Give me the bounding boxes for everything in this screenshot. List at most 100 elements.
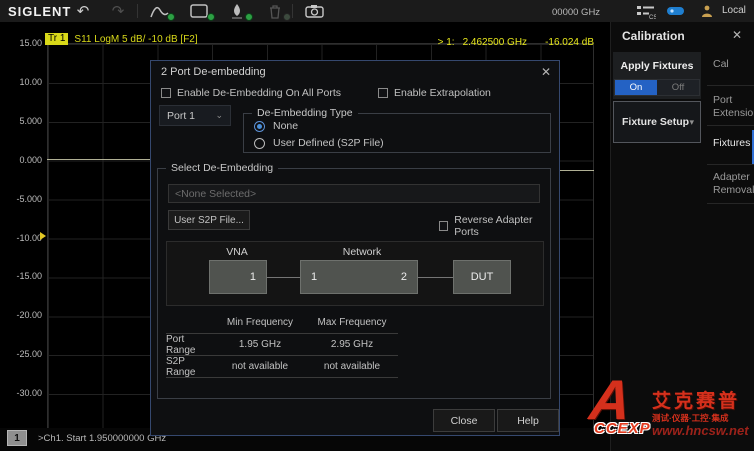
group-legend: De-Embedding Type [252, 107, 358, 119]
checkbox-box[interactable] [161, 88, 171, 98]
tab-fixtures[interactable]: Fixtures [703, 137, 753, 150]
app-window: SIGLENT ↶ ↷ [0, 0, 754, 451]
frequency-range-table: Min Frequency Max Frequency Port Range 1… [166, 312, 398, 378]
tab-port-extension[interactable]: Port Extension [703, 94, 753, 119]
accexp-logo-text: CCEXP [594, 420, 651, 437]
checkbox-label: Reverse Adapter Ports [454, 214, 550, 238]
trace-icon[interactable] [146, 0, 172, 22]
radio-button-selected[interactable] [254, 121, 265, 132]
redo-icon[interactable]: ↷ [106, 0, 130, 22]
toolbar-separator [137, 4, 138, 18]
cal-kit-icon[interactable] [698, 0, 716, 22]
accexp-watermark: A CCEXP 艾克赛普 测试·仪器·工控·集成 www.hncsw.net [592, 376, 754, 450]
checkbox-box[interactable] [378, 88, 388, 98]
tab-adapter-removal[interactable]: Adapter Removal [703, 171, 753, 196]
checkbox-label: Enable De-Embedding On All Ports [177, 87, 341, 99]
chevron-down-icon: ⌄ [215, 110, 223, 121]
sidebar-close-icon[interactable]: ✕ [732, 28, 742, 42]
select-de-embedding-group: Select De-Embedding <None Selected> User… [157, 168, 551, 399]
row-max-value: not available [306, 361, 398, 372]
display-window-icon[interactable] [186, 0, 212, 22]
user-s2p-file-button[interactable]: User S2P File... [168, 210, 250, 230]
y-tick-label: -25.00 [6, 349, 42, 359]
toggle-off-button[interactable]: Off [657, 80, 699, 95]
tab-divider [707, 203, 754, 204]
table-row: S2P Range not available not available [166, 356, 398, 377]
y-tick-label: 5.000 [6, 116, 42, 126]
start-frequency-label[interactable]: >Ch1. Start 1.950000000 GHz [38, 433, 166, 444]
trace-segment-left [47, 159, 150, 160]
y-tick-label: -15.00 [6, 271, 42, 281]
tab-divider [707, 125, 754, 126]
apply-fixtures-panel: Apply Fixtures On Off [613, 52, 701, 99]
marker-amplitude: -16.024 dB [545, 37, 594, 48]
col-max-frequency: Max Frequency [306, 317, 398, 328]
col-min-frequency: Min Frequency [214, 317, 306, 328]
y-tick-label: -30.00 [6, 388, 42, 398]
fixture-setup-button[interactable]: Fixture Setup ▾ [613, 101, 701, 143]
dialog-title: 2 Port De-embedding [161, 66, 266, 78]
port-dropdown-value: Port 1 [167, 110, 195, 122]
toolbar-config-icon[interactable]: CS [634, 0, 658, 22]
top-toolbar: SIGLENT ↶ ↷ [0, 0, 754, 22]
apply-fixtures-toggle: On Off [614, 79, 700, 96]
trash-badge [283, 13, 291, 21]
connector-line [418, 277, 453, 278]
connector-line [267, 277, 300, 278]
stop-frequency-partial[interactable]: 00000 GHz [552, 7, 600, 18]
marker-icon[interactable] [224, 0, 250, 22]
button-label: User S2P File... [174, 215, 244, 226]
reverse-adapter-ports-checkbox[interactable]: Reverse Adapter Ports [439, 214, 550, 238]
usb-device-icon[interactable] [665, 0, 687, 22]
row-name: Port Range [166, 334, 214, 356]
button-label: Help [517, 415, 539, 427]
dut-box: DUT [453, 260, 511, 294]
dut-label: DUT [471, 271, 494, 283]
vna-port-number: 1 [250, 271, 256, 283]
local-status-label[interactable]: Local [722, 5, 746, 16]
radio-none[interactable]: None [254, 120, 298, 132]
radio-user-defined[interactable]: User Defined (S2P File) [254, 137, 384, 149]
screenshot-camera-icon[interactable] [301, 0, 327, 22]
row-min-value: 1.95 GHz [214, 339, 306, 350]
trace-count-badge [167, 13, 175, 21]
checkbox-box[interactable] [439, 221, 448, 231]
y-tick-label: -5.000 [6, 194, 42, 204]
tab-cal[interactable]: Cal [703, 58, 753, 71]
enable-extrapolation-checkbox[interactable]: Enable Extrapolation [378, 87, 491, 99]
trace-number-badge[interactable]: Tr 1 [45, 33, 68, 45]
marker-count-badge [245, 13, 253, 21]
network-box: 1 2 [300, 260, 418, 294]
trace-format-label[interactable]: S11 LogM 5 dB/ -10 dB [F2] [74, 34, 197, 45]
toggle-on-button[interactable]: On [615, 80, 657, 95]
y-tick-label: -20.00 [6, 310, 42, 320]
port-dropdown[interactable]: Port 1 ⌄ [159, 105, 231, 126]
table-header-row: Min Frequency Max Frequency [166, 312, 398, 333]
window-count-badge [207, 13, 215, 21]
enable-all-ports-checkbox[interactable]: Enable De-Embedding On All Ports [161, 87, 341, 99]
y-tick-label: 10.00 [6, 77, 42, 87]
trash-icon[interactable] [262, 0, 288, 22]
apply-fixtures-label: Apply Fixtures [613, 60, 701, 72]
radio-label: None [273, 120, 298, 132]
y-tick-label: -10.00 [6, 233, 42, 243]
selected-file-field[interactable]: <None Selected> [168, 184, 540, 203]
watermark-brand-cn: 艾克赛普 [652, 386, 740, 413]
channel-badge[interactable]: 1 [7, 430, 27, 446]
help-button[interactable]: Help [497, 409, 559, 432]
radio-label: User Defined (S2P File) [273, 137, 384, 149]
close-button[interactable]: Close [433, 409, 495, 432]
group-legend: Select De-Embedding [166, 162, 278, 174]
chevron-down-icon: ▾ [689, 117, 694, 128]
fixture-setup-label: Fixture Setup [622, 116, 689, 128]
row-name: S2P Range [166, 356, 214, 378]
undo-icon[interactable]: ↶ [71, 0, 95, 22]
selected-file-value: <None Selected> [175, 188, 256, 200]
dialog-close-icon[interactable]: ✕ [541, 65, 551, 79]
network-port1: 1 [311, 271, 317, 283]
radio-button[interactable] [254, 138, 265, 149]
table-row: Port Range 1.95 GHz 2.95 GHz [166, 334, 398, 355]
de-embedding-dialog: 2 Port De-embedding ✕ Enable De-Embeddin… [150, 60, 560, 436]
tab-divider [707, 164, 754, 165]
row-max-value: 2.95 GHz [306, 339, 398, 350]
